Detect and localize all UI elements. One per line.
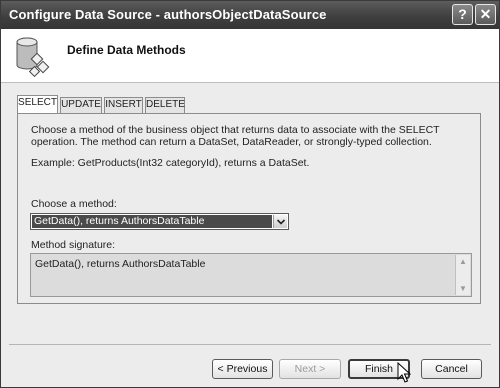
method-signature-label: Method signature: [31,239,116,251]
method-description: Choose a method of the business object t… [31,124,440,148]
method-signature-text: GetData(), returns AuthorsDataTable [35,258,206,270]
close-button[interactable]: ✕ [475,4,496,25]
chevron-down-icon[interactable] [273,215,287,228]
previous-button[interactable]: < Previous [212,359,273,379]
method-dropdown-value: GetData(), returns AuthorsDataTable [32,215,272,228]
select-tab-panel: Choose a method of the business object t… [17,113,481,304]
configure-data-source-dialog: Configure Data Source - authorsObjectDat… [0,0,500,388]
tab-insert[interactable]: INSERT [104,97,143,113]
method-signature-box: GetData(), returns AuthorsDataTable ▲ ▼ [30,253,472,297]
page-title: Define Data Methods [67,43,186,57]
help-button[interactable]: ? [452,4,473,25]
signature-scrollbar[interactable]: ▲ ▼ [455,255,470,295]
mouse-pointer-icon [397,361,412,384]
title-bar[interactable]: Configure Data Source - authorsObjectDat… [1,1,499,29]
next-button[interactable]: Next > [279,359,341,379]
tab-delete[interactable]: DELETE [145,97,185,113]
footer-divider [9,344,491,345]
choose-method-label: Choose a method: [31,198,117,210]
cancel-button[interactable]: Cancel [421,359,482,379]
database-icon [13,35,53,79]
wizard-header: Define Data Methods [1,29,499,83]
scroll-up-icon[interactable]: ▲ [456,255,470,268]
tab-select[interactable]: SELECT [17,95,58,114]
method-example: Example: GetProducts(Int32 categoryId), … [31,157,310,169]
method-dropdown[interactable]: GetData(), returns AuthorsDataTable [30,213,289,230]
window-title: Configure Data Source - authorsObjectDat… [9,7,327,22]
tab-update[interactable]: UPDATE [60,97,102,113]
scroll-down-icon[interactable]: ▼ [456,282,470,295]
